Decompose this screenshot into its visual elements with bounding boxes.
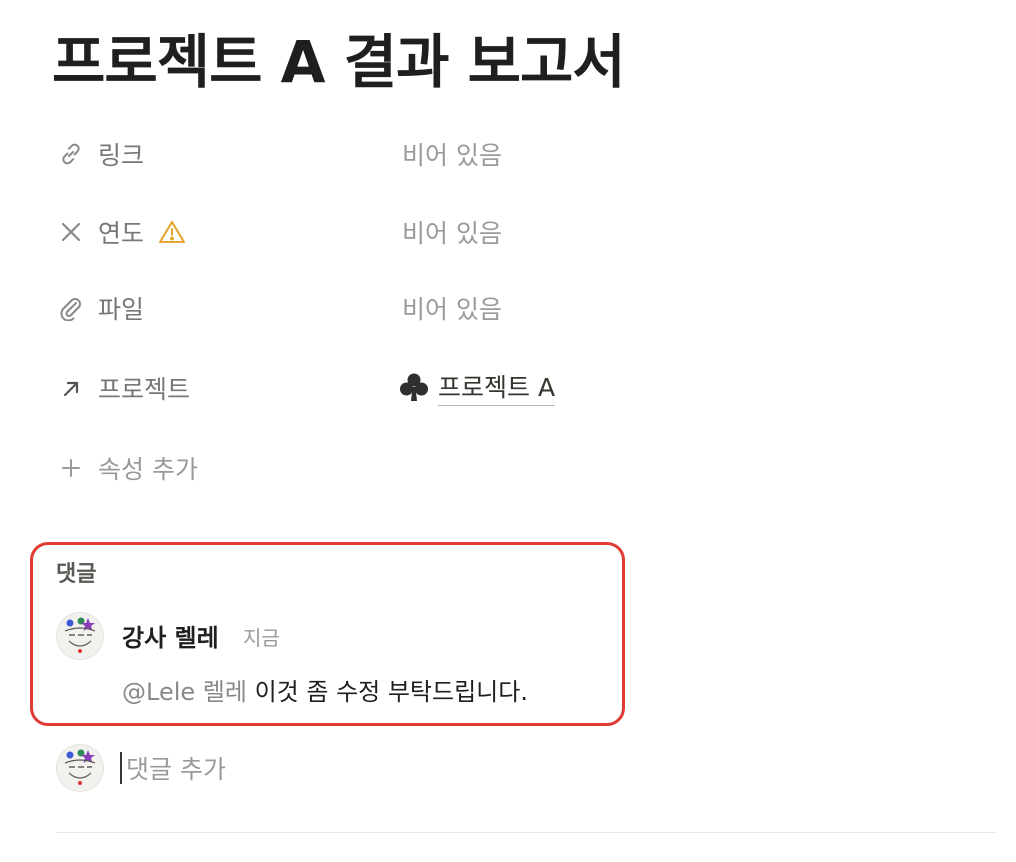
property-label: 파일 — [98, 295, 145, 324]
property-row-project: 프로젝트 프로젝트 A — [56, 368, 656, 408]
mention-link[interactable]: @Lele 렐레 — [122, 678, 247, 706]
property-label: 링크 — [98, 141, 145, 170]
plus-icon — [56, 453, 86, 483]
property-row-file: 파일 비어 있음 — [56, 288, 656, 328]
add-comment-placeholder: 댓글 추가 — [126, 755, 226, 784]
property-label: 프로젝트 — [98, 375, 191, 404]
property-value-file[interactable]: 비어 있음 — [402, 290, 502, 326]
text-caret — [120, 752, 122, 784]
property-name-project[interactable]: 프로젝트 — [56, 368, 402, 408]
property-name-file[interactable]: 파일 — [56, 288, 402, 328]
property-row-link: 링크 비어 있음 — [56, 134, 656, 174]
arrow-up-right-icon — [56, 373, 86, 403]
page-title[interactable]: 프로젝트 A 결과 보고서 — [52, 22, 626, 102]
property-label: 연도 — [98, 219, 145, 248]
relation-label: 프로젝트 A — [438, 371, 556, 406]
warning-icon[interactable] — [158, 219, 186, 245]
avatar[interactable] — [56, 612, 104, 660]
property-value-year[interactable]: 비어 있음 — [402, 214, 502, 250]
relation-link-project-a[interactable]: 프로젝트 A — [400, 368, 556, 408]
link-icon — [56, 139, 86, 169]
property-name-year[interactable]: 연도 — [56, 212, 402, 252]
property-value-link[interactable]: 비어 있음 — [402, 136, 502, 172]
close-x-icon — [56, 217, 86, 247]
club-icon — [392, 368, 436, 408]
comments-heading: 댓글 — [56, 562, 97, 587]
current-user-avatar — [56, 744, 104, 792]
add-comment-input[interactable]: 댓글 추가 — [120, 748, 980, 788]
comment-author[interactable]: 강사 렐레 — [122, 618, 219, 653]
property-name-link[interactable]: 링크 — [56, 134, 402, 174]
add-property-label: 속성 추가 — [98, 455, 198, 484]
divider — [56, 832, 996, 833]
add-property-button[interactable]: 속성 추가 — [56, 448, 198, 488]
property-row-year: 연도 비어 있음 — [56, 212, 656, 252]
comment-timestamp: 지금 — [243, 626, 280, 650]
comment-text: @Lele 렐레 이것 좀 수정 부탁드립니다. — [122, 672, 528, 707]
paperclip-icon — [56, 293, 86, 323]
comment-text-content: 이것 좀 수정 부탁드립니다. — [246, 678, 528, 706]
